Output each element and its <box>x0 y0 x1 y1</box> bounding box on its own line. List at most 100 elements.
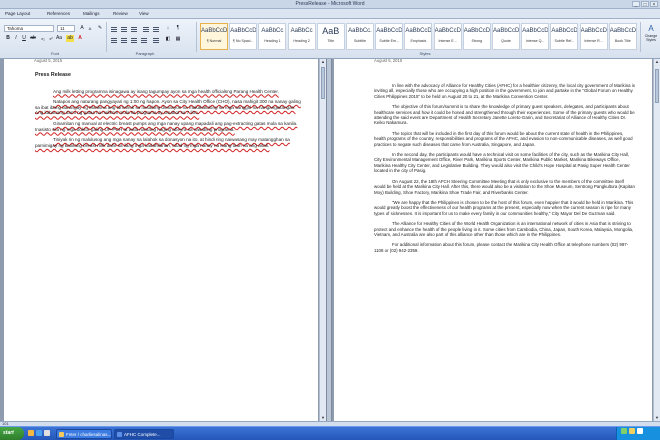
style-option[interactable]: AaBbCc Heading 2 <box>287 23 316 50</box>
style-preview: AaBbCcDc <box>201 28 228 34</box>
title-bar: PressRelease - Microsoft Word _ □ × <box>0 0 660 9</box>
tab-review[interactable]: Review <box>110 10 131 18</box>
style-option[interactable]: AaBbCc. Subtitle <box>346 23 374 50</box>
italic-icon[interactable]: I <box>12 35 20 42</box>
scroll-up-icon[interactable]: ▲ <box>654 59 660 65</box>
scroll-thumb[interactable] <box>321 67 325 99</box>
multilevel-list-icon[interactable] <box>130 26 138 32</box>
folder-icon[interactable] <box>28 430 34 436</box>
tab-page-layout[interactable]: Page Layout <box>2 10 33 18</box>
maximize-button[interactable]: □ <box>641 1 649 8</box>
highlight-icon[interactable]: ab <box>66 35 74 42</box>
left-pane-page[interactable]: August 5, 2015 Press Release Ang milk le… <box>4 59 318 421</box>
style-preview: AaBbCcDc <box>376 28 404 34</box>
font-color-icon[interactable]: A <box>76 35 84 42</box>
style-preview: AaBbCcDc <box>463 28 491 34</box>
network-icon[interactable] <box>621 428 627 434</box>
font-size-select[interactable]: 11 <box>57 25 75 32</box>
style-option[interactable]: AaBbCc Heading 1 <box>258 23 287 50</box>
style-option[interactable]: AaBbCcDc Book Title <box>608 23 637 50</box>
start-button[interactable]: start <box>0 427 24 440</box>
align-left-icon[interactable] <box>110 37 118 43</box>
style-option[interactable]: AaBbCcDc Emphasis <box>404 23 433 50</box>
tab-mailings[interactable]: Mailings <box>80 10 103 18</box>
scroll-thumb[interactable] <box>655 69 659 103</box>
left-paragraph: Tiniyak rin ng malulusog ang mga nanay n… <box>35 137 290 148</box>
folder-icon <box>59 432 64 437</box>
left-paragraph: Ang milk letting programna isinagawa ay … <box>53 88 279 94</box>
minimize-button[interactable]: _ <box>632 1 640 8</box>
change-styles-label: Change Styles <box>644 34 658 42</box>
shading-icon[interactable]: ◧ <box>164 36 172 43</box>
change-case-icon[interactable]: Aa <box>55 35 63 42</box>
style-name: Emphasis <box>410 39 427 43</box>
show-marks-icon[interactable]: ¶ <box>174 25 182 32</box>
taskbar-item-explorer[interactable]: Fnter / charliesalinas... <box>56 429 112 439</box>
font-name-select[interactable]: Tahoma <box>4 25 54 32</box>
style-option[interactable]: AaBbCcDc Subtle Ref... <box>550 23 579 50</box>
style-name: Book Title <box>614 39 631 43</box>
taskbar-item-word[interactable]: AFHC Complete... <box>114 429 174 439</box>
shrink-font-icon[interactable]: A <box>86 25 94 32</box>
browser-icon[interactable] <box>36 430 42 436</box>
window-controls: _ □ × <box>632 1 658 8</box>
grow-font-icon[interactable]: A <box>78 25 86 32</box>
align-right-icon[interactable] <box>130 37 138 43</box>
right-page-body[interactable]: In line with the advocacy of Alliance fo… <box>374 83 636 258</box>
security-icon[interactable] <box>637 428 643 434</box>
desktop-icon[interactable] <box>44 430 50 436</box>
style-preview: AaBbCcDc <box>609 28 637 34</box>
close-button[interactable]: × <box>650 1 658 8</box>
left-page-heading: Press Release <box>35 72 71 78</box>
style-option[interactable]: AaBbCcDc Intense Q... <box>521 23 550 50</box>
left-paragraph: Natapos ang naturang pangyayari ng 1:00 … <box>35 99 301 116</box>
style-preview: AaBbCc <box>261 28 284 34</box>
style-preview: AaBbCcDc <box>405 28 433 34</box>
style-option[interactable]: AaBbCcDc Intense E... <box>433 23 462 50</box>
change-styles-icon: A <box>648 24 654 33</box>
subscript-icon[interactable]: x₂ <box>39 35 47 42</box>
style-preview: AaBbCcDc <box>434 28 462 34</box>
bold-icon[interactable]: B <box>4 35 12 42</box>
taskbar: start Fnter / charliesalinas... AFHC Com… <box>0 426 660 440</box>
style-option[interactable]: AaBbCcDc Intense R... <box>579 23 608 50</box>
line-spacing-icon[interactable] <box>152 37 160 43</box>
divider <box>640 22 641 52</box>
sort-icon[interactable]: ↓ <box>164 25 172 32</box>
volume-icon[interactable] <box>629 428 635 434</box>
style-option[interactable]: AaBbCcDc ¶ Normal <box>200 23 228 50</box>
decrease-indent-icon[interactable] <box>142 26 150 32</box>
align-center-icon[interactable] <box>120 37 128 43</box>
strikethrough-icon[interactable]: ab <box>29 35 37 42</box>
style-name: Heading 2 <box>293 39 310 43</box>
tab-references[interactable]: References <box>44 10 73 18</box>
tab-view[interactable]: View <box>136 10 152 18</box>
style-preview: AaBbCcDc <box>522 28 550 34</box>
underline-icon[interactable]: U <box>20 35 28 42</box>
style-option[interactable]: AaBbCcDc Quote <box>492 23 520 50</box>
style-option[interactable]: AaBbCcDc ¶ No Spaci... <box>229 23 258 50</box>
numbering-icon[interactable] <box>120 26 128 32</box>
style-name: ¶ No Spaci... <box>232 39 254 43</box>
justify-icon[interactable] <box>140 37 148 43</box>
superscript-icon[interactable]: x² <box>47 35 55 42</box>
change-styles-button[interactable]: A Change Styles <box>642 24 660 42</box>
style-option[interactable]: AaB Title <box>316 23 345 50</box>
style-option[interactable]: AaBbCcDc Subtle Em... <box>375 23 404 50</box>
right-vertical-scrollbar[interactable]: ▲ ▼ <box>653 59 660 421</box>
increase-indent-icon[interactable] <box>152 26 160 32</box>
borders-icon[interactable]: ▦ <box>174 36 182 43</box>
style-option[interactable]: AaBbCcDc Strong <box>462 23 491 50</box>
system-tray <box>616 427 660 440</box>
left-page-body[interactable]: Press Release Ang milk letting programna… <box>35 72 303 153</box>
style-preview: AaBbCcDc <box>580 28 608 34</box>
pane-splitter[interactable] <box>326 59 332 421</box>
clear-format-icon[interactable]: ✎ <box>96 25 104 32</box>
font-group-label: Font <box>50 51 59 56</box>
bullets-icon[interactable] <box>110 26 118 32</box>
taskbar-item-label: AFHC Complete... <box>124 432 161 437</box>
right-pane-page[interactable]: August 5, 2015 In line with the advocacy… <box>334 59 652 421</box>
left-vertical-scrollbar[interactable]: ▲ ▼ <box>319 59 326 421</box>
window-title: PressRelease - Microsoft Word <box>295 1 365 7</box>
style-preview: AaBbCcDc <box>551 28 579 34</box>
